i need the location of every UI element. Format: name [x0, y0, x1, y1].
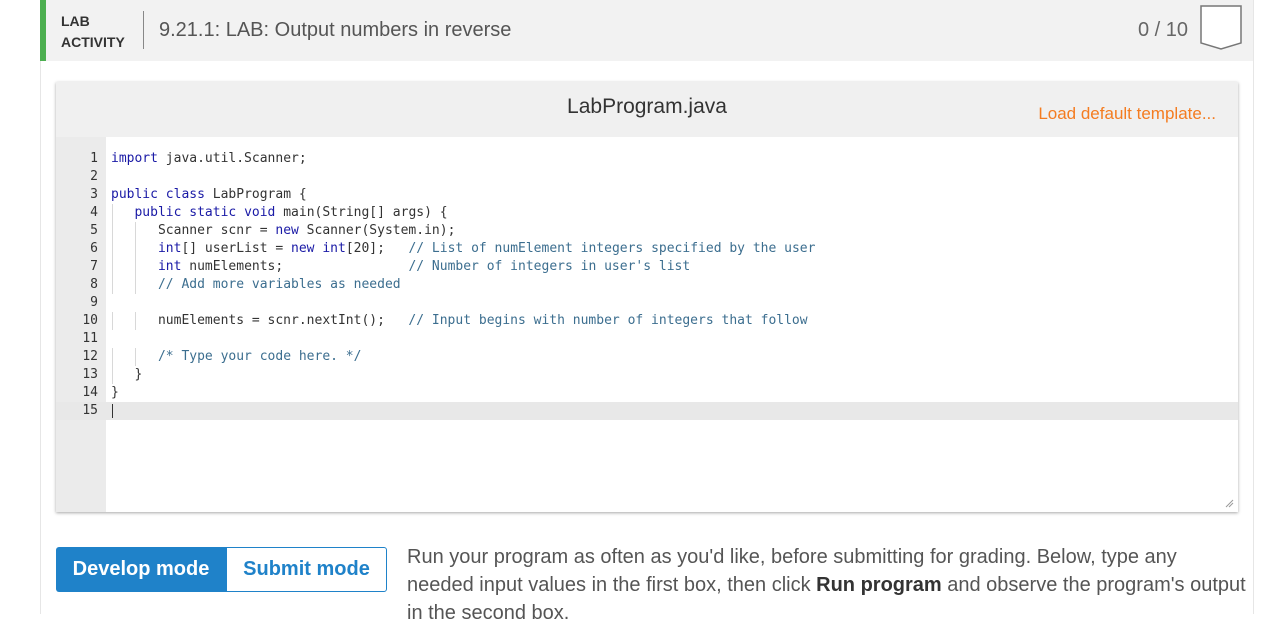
- line-number: 1: [90, 151, 98, 166]
- code-editor-panel: LabProgram.java Load default template...…: [56, 82, 1238, 512]
- line-number: 9: [90, 295, 98, 310]
- line-number: 6: [90, 241, 98, 256]
- page-border-right: [1253, 0, 1254, 614]
- code-line[interactable]: 13 }: [56, 366, 1238, 384]
- code-line[interactable]: 12 /* Type your code here. */: [56, 348, 1238, 366]
- code-line[interactable]: 6 int[] userList = new int[20]; // List …: [56, 240, 1238, 258]
- code-text: import java.util.Scanner;: [111, 151, 307, 166]
- code-line[interactable]: 5 Scanner scnr = new Scanner(System.in);: [56, 222, 1238, 240]
- completion-badge-icon: [1200, 5, 1242, 50]
- code-line[interactable]: 2: [56, 168, 1238, 186]
- text-cursor: [112, 404, 113, 418]
- run-program-emphasis: Run program: [816, 574, 942, 596]
- code-line[interactable]: 1 import java.util.Scanner;: [56, 150, 1238, 168]
- header-accent-bar: [40, 0, 46, 61]
- lab-title: 9.21.1: LAB: Output numbers in reverse: [159, 19, 512, 41]
- lab-tag-line1: LAB: [61, 13, 90, 29]
- submit-mode-button[interactable]: Submit mode: [226, 547, 387, 592]
- code-line[interactable]: 9: [56, 294, 1238, 312]
- code-text: public static void main(String[] args) {: [134, 205, 448, 220]
- code-text: int numElements; // Number of integers i…: [157, 259, 691, 274]
- line-number: 4: [90, 205, 98, 220]
- line-number: 13: [82, 367, 98, 382]
- code-line[interactable]: 7 int numElements; // Number of integers…: [56, 258, 1238, 276]
- code-line[interactable]: 4 public static void main(String[] args)…: [56, 204, 1238, 222]
- run-instructions: Run your program as often as you'd like,…: [407, 543, 1247, 627]
- lab-activity-tag: LAB ACTIVITY: [61, 11, 125, 53]
- code-line[interactable]: 14}: [56, 384, 1238, 402]
- editor-header: LabProgram.java Load default template...: [56, 82, 1238, 137]
- line-number: 5: [90, 223, 98, 238]
- line-number: 8: [90, 277, 98, 292]
- line-number: 14: [82, 385, 98, 400]
- develop-mode-button[interactable]: Develop mode: [56, 547, 226, 592]
- code-text: public class LabProgram {: [111, 187, 307, 202]
- code-text: // Add more variables as needed: [157, 277, 401, 292]
- lab-tag-line2: ACTIVITY: [61, 34, 125, 50]
- mode-toggle: Develop mode Submit mode: [56, 547, 387, 592]
- code-line[interactable]: 11: [56, 330, 1238, 348]
- line-number: 10: [82, 313, 98, 328]
- code-text-area[interactable]: 1 import java.util.Scanner; 2 3 public class…: [56, 150, 1238, 420]
- line-number: 7: [90, 259, 98, 274]
- header-divider: [143, 11, 144, 49]
- code-text: }: [111, 367, 143, 382]
- lab-header: LAB ACTIVITY 9.21.1: LAB: Output numbers…: [40, 0, 1253, 61]
- line-number: 2: [90, 169, 98, 184]
- code-line[interactable]: 8 // Add more variables as needed: [56, 276, 1238, 294]
- resize-handle-icon[interactable]: [1224, 498, 1234, 508]
- code-text: /* Type your code here. */: [157, 349, 362, 364]
- line-number: 3: [90, 187, 98, 202]
- code-text: }: [111, 385, 119, 400]
- code-line[interactable]: 10 numElements = scnr.nextInt(); // Inpu…: [56, 312, 1238, 330]
- code-line[interactable]: 15: [56, 402, 1238, 420]
- page-border-left: [40, 0, 41, 614]
- score-label: 0 / 10: [1138, 19, 1189, 41]
- line-number: 11: [82, 331, 98, 346]
- line-number: 15: [82, 403, 98, 418]
- line-number: 12: [82, 349, 98, 364]
- code-text: Scanner scnr = new Scanner(System.in);: [111, 223, 456, 238]
- code-line[interactable]: 3 public class LabProgram {: [56, 186, 1238, 204]
- code-text: int[] userList = new int[20]; // List of…: [157, 241, 816, 256]
- code-text: numElements = scnr.nextInt(); // Input b…: [111, 313, 808, 328]
- load-default-template-link[interactable]: Load default template...: [1038, 104, 1216, 124]
